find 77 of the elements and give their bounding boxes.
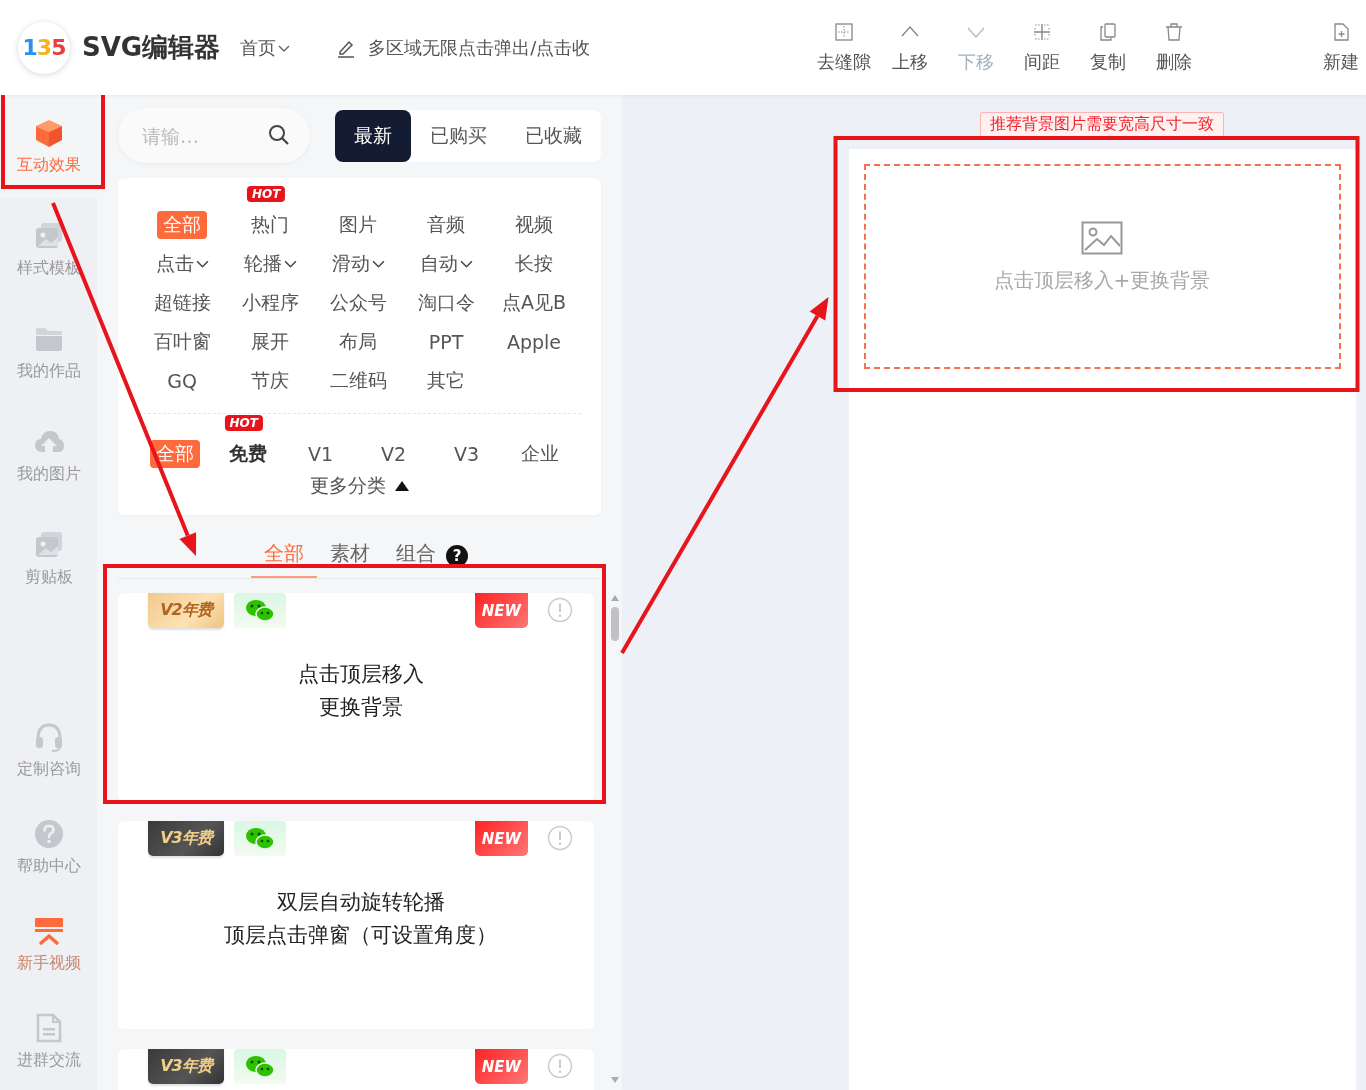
toolbar-button[interactable]: 上移	[877, 21, 943, 74]
new-button[interactable]: 新建	[1316, 21, 1366, 74]
tier-badge: V3年费	[148, 821, 224, 856]
new-badge: NEW	[475, 1049, 528, 1084]
filter-tab[interactable]: 已购买	[411, 109, 506, 162]
app-title: SVG编辑器	[82, 31, 221, 64]
new-file-icon	[1331, 21, 1351, 42]
info-icon[interactable]	[547, 825, 573, 851]
new-badge: NEW	[475, 821, 528, 856]
help-icon	[32, 818, 65, 850]
triangle-icon	[393, 480, 410, 492]
category-tab[interactable]: V1	[301, 441, 340, 466]
more-categories-button[interactable]: 更多分类	[309, 473, 410, 499]
notice-tag: 推荐背景图片需要宽高尺寸一致	[980, 112, 1224, 137]
filter-tab[interactable]: 最新	[335, 109, 411, 162]
category-tab[interactable]: 百叶窗	[147, 327, 217, 356]
trash-icon	[1164, 21, 1184, 42]
hot-badge: HOT	[224, 415, 263, 431]
category-tab[interactable]: V2	[374, 441, 413, 466]
card-title: 双层自动旋转轮播 顶层点击弹窗（可设置角度）	[223, 889, 498, 949]
chat-bubbles-icon	[234, 1049, 286, 1084]
chat-bubbles-icon	[234, 821, 286, 856]
copy-icon	[1098, 21, 1118, 42]
info-icon[interactable]	[547, 1053, 573, 1079]
type-tab[interactable]: 组合	[383, 534, 449, 578]
grid-icon	[834, 21, 854, 42]
category-tab[interactable]: 轮播	[237, 249, 303, 278]
category-tab[interactable]: 热门	[245, 210, 295, 239]
category-tab[interactable]: 其它	[421, 366, 471, 395]
category-tab[interactable]: 公众号	[323, 288, 393, 317]
search-icon[interactable]	[268, 124, 290, 146]
video-icon	[32, 915, 65, 947]
type-tab[interactable]: 素材	[317, 534, 383, 578]
category-tab[interactable]: 音频	[421, 210, 471, 239]
image-icon	[1081, 221, 1123, 255]
placeholder-text: 点击顶层移入+更换背景	[993, 267, 1211, 294]
template-card[interactable]: V2年费 NEW 点击顶层移入 更换背景	[118, 593, 594, 801]
category-tab[interactable]: 点A见B	[495, 288, 572, 317]
category-tab[interactable]: 超链接	[147, 288, 217, 317]
category-tab[interactable]: 滑动	[325, 249, 391, 278]
toolbar-button[interactable]: 去缝隙	[811, 21, 877, 74]
category-tab[interactable]: 布局	[333, 327, 383, 356]
category-tab[interactable]: PPT	[422, 329, 470, 354]
category-tab[interactable]: 企业	[514, 439, 565, 468]
template-card[interactable]: V3年费 NEW	[118, 1049, 594, 1090]
category-tab[interactable]: GQ	[161, 368, 203, 393]
category-tab[interactable]: 长按	[509, 249, 559, 278]
help-mark[interactable]: ?	[446, 545, 468, 567]
spacing-icon	[1032, 21, 1052, 42]
category-tab[interactable]: 点击	[149, 249, 215, 278]
category-tab[interactable]: 小程序	[235, 288, 305, 317]
home-menu[interactable]: 首页	[240, 35, 291, 60]
toolbar-button[interactable]: 复制	[1075, 21, 1141, 74]
template-card[interactable]: V3年费 NEW 双层自动旋转轮播 顶层点击弹窗（可设置角度）	[118, 821, 594, 1029]
toolbar-button[interactable]: 删除	[1141, 21, 1207, 74]
chat-bubbles-icon	[234, 593, 286, 628]
category-tab[interactable]: 图片	[333, 210, 383, 239]
category-tab[interactable]: 免费	[222, 439, 273, 468]
category-tab[interactable]: Apple	[500, 329, 568, 354]
category-tab[interactable]: 视频	[509, 210, 559, 239]
category-tab[interactable]: 二维码	[323, 366, 393, 395]
search-field[interactable]: 请输…	[118, 108, 310, 163]
category-tab[interactable]: V3	[447, 441, 486, 466]
document-title[interactable]: 多区域无限点击弹出/点击收	[368, 35, 591, 60]
new-badge: NEW	[475, 593, 528, 628]
category-tab[interactable]: 淘口令	[411, 288, 481, 317]
toolbar-button[interactable]: 间距	[1009, 21, 1075, 74]
category-tab[interactable]: 展开	[245, 327, 295, 356]
app-logo[interactable]: 135	[18, 21, 70, 74]
tier-badge: V2年费	[148, 593, 224, 628]
filter-tab[interactable]: 已收藏	[506, 109, 601, 162]
tier-badge: V3年费	[148, 1049, 224, 1084]
info-icon[interactable]	[547, 597, 573, 623]
category-tab[interactable]: 节庆	[245, 366, 295, 395]
hot-badge: HOT	[246, 186, 286, 202]
category-tab[interactable]: 自动	[413, 249, 479, 278]
card-title: 点击顶层移入 更换背景	[296, 661, 425, 721]
